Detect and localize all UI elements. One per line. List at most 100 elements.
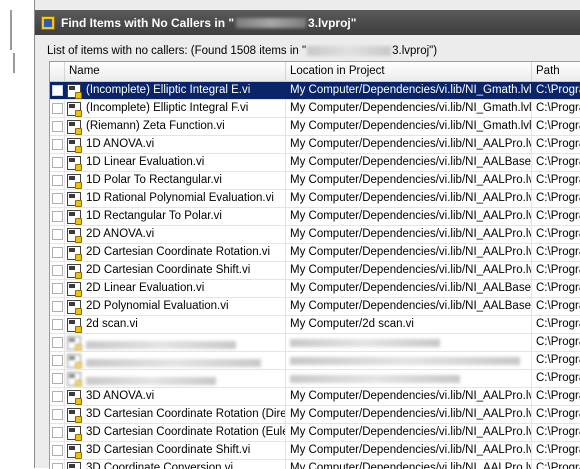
row-name-cell: 1D Rectangular To Polar.vi: [65, 208, 286, 225]
header-name[interactable]: Name: [65, 62, 286, 81]
row-checkbox-cell: [50, 370, 65, 387]
row-checkbox-cell: [50, 172, 65, 189]
row-path: C:\Program: [532, 136, 580, 153]
background-window-edge: [0, 0, 34, 468]
row-checkbox[interactable]: [52, 211, 63, 222]
row-checkbox[interactable]: [52, 355, 63, 366]
row-checkbox[interactable]: [52, 391, 63, 402]
title-bar[interactable]: Find Items with No Callers in " 3.lvproj…: [35, 10, 580, 35]
row-checkbox-cell: [50, 442, 65, 459]
table-row[interactable]: 2D Polynomial Evaluation.viMy Computer/D…: [50, 298, 580, 316]
vi-file-icon: [67, 102, 81, 116]
redacted-location: [290, 339, 440, 347]
row-checkbox[interactable]: [52, 409, 63, 420]
row-checkbox[interactable]: [52, 85, 63, 96]
row-path: C:\Program: [532, 388, 580, 405]
row-checkbox[interactable]: [52, 265, 63, 276]
background-window-line: [3, 53, 15, 73]
header-location[interactable]: Location in Project: [286, 62, 532, 81]
table-row[interactable]: (Incomplete) Elliptic Integral F.viMy Co…: [50, 100, 580, 118]
row-checkbox[interactable]: [52, 319, 63, 330]
table-row[interactable]: 3D Cartesian Coordinate Rotation (Direct…: [50, 406, 580, 424]
table-row[interactable]: 1D Polar To Rectangular.viMy Computer/De…: [50, 172, 580, 190]
vi-file-icon: [67, 84, 81, 98]
table-row[interactable]: 3D Cartesian Coordinate Rotation (Euler)…: [50, 424, 580, 442]
table-row[interactable]: 1D Linear Evaluation.viMy Computer/Depen…: [50, 154, 580, 172]
table-row[interactable]: C:\Program: [50, 370, 580, 388]
row-path: C:\Program: [532, 154, 580, 171]
row-checkbox[interactable]: [52, 283, 63, 294]
row-path: C:\Program: [532, 352, 580, 369]
table-row[interactable]: 3D Cartesian Coordinate Shift.viMy Compu…: [50, 442, 580, 460]
header-path[interactable]: Path: [532, 62, 580, 81]
row-name: 3D Cartesian Coordinate Shift.vi: [86, 442, 250, 459]
row-name-cell: 2D Polynomial Evaluation.vi: [65, 298, 286, 315]
row-checkbox[interactable]: [52, 337, 63, 348]
table-row[interactable]: 1D Rational Polynomial Evaluation.vi My C…: [50, 190, 580, 208]
table-row[interactable]: (Incomplete) Elliptic Integral E.viMy Co…: [50, 82, 580, 100]
row-name-cell: 1D Polar To Rectangular.vi: [65, 172, 286, 189]
row-checkbox-cell: [50, 424, 65, 441]
row-path: C:\Program: [532, 442, 580, 459]
row-path: C:\Program: [532, 172, 580, 189]
header-check-column[interactable]: [50, 62, 65, 81]
row-checkbox[interactable]: [52, 463, 63, 469]
row-name: 1D Rational Polynomial Evaluation.vi: [86, 190, 274, 207]
row-checkbox[interactable]: [52, 373, 63, 384]
row-checkbox[interactable]: [52, 121, 63, 132]
table-row[interactable]: 2D Cartesian Coordinate Shift.viMy Compu…: [50, 262, 580, 280]
redacted-name: [86, 377, 216, 385]
row-location: My Computer/Dependencies/vi.lib/NI_AALPr…: [286, 388, 532, 405]
row-checkbox[interactable]: [52, 139, 63, 150]
row-location: My Computer/Dependencies/vi.lib/NI_AALPr…: [286, 136, 532, 153]
results-summary: List of items with no callers: (Found 15…: [47, 45, 437, 57]
row-name-cell: (Incomplete) Elliptic Integral E.vi: [65, 82, 286, 99]
row-location: My Computer/Dependencies/vi.lib/NI_Gmath…: [286, 82, 532, 99]
row-name: 1D Rectangular To Polar.vi: [86, 208, 222, 225]
row-location: My Computer/Dependencies/vi.lib/NI_AALBa…: [286, 298, 532, 315]
row-checkbox[interactable]: [52, 175, 63, 186]
row-checkbox[interactable]: [52, 301, 63, 312]
row-checkbox[interactable]: [52, 229, 63, 240]
row-checkbox[interactable]: [52, 247, 63, 258]
row-checkbox[interactable]: [52, 157, 63, 168]
row-checkbox[interactable]: [52, 445, 63, 456]
row-checkbox[interactable]: [52, 103, 63, 114]
table-row[interactable]: 2D Cartesian Coordinate Rotation.viMy Co…: [50, 244, 580, 262]
row-location: My Computer/Dependencies/vi.lib/NI_Gmath…: [286, 100, 532, 117]
table-row[interactable]: 3D ANOVA.viMy Computer/Dependencies/vi.l…: [50, 388, 580, 406]
results-table[interactable]: Name Location in Project Path (Incomplet…: [49, 61, 580, 469]
row-location: My Computer/Dependencies/vi.lib/NI_AALPr…: [286, 424, 532, 441]
window-title-suffix: 3.lvproj": [308, 16, 356, 30]
table-row[interactable]: (Riemann) Zeta Function.viMy Computer/De…: [50, 118, 580, 136]
find-items-dialog: Find Items with No Callers in " 3.lvproj…: [34, 0, 580, 468]
row-location: My Computer/Dependencies/vi.lib/NI_AALPr…: [286, 406, 532, 423]
row-checkbox-cell: [50, 352, 65, 369]
row-location: My Computer/Dependencies/vi.lib/NI_AALPr…: [286, 172, 532, 189]
row-checkbox[interactable]: [52, 193, 63, 204]
row-path: C:\Program: [532, 244, 580, 261]
row-checkbox-cell: [50, 154, 65, 171]
summary-prefix: List of items with no callers: (Found 15…: [47, 45, 306, 57]
table-row[interactable]: 2D ANOVA.viMy Computer/Dependencies/vi.l…: [50, 226, 580, 244]
row-name-cell: 2D ANOVA.vi: [65, 226, 286, 243]
vi-file-icon: [67, 210, 81, 224]
table-row[interactable]: C:\Program: [50, 334, 580, 352]
table-row[interactable]: 1D Rectangular To Polar.viMy Computer/De…: [50, 208, 580, 226]
table-row[interactable]: 1D ANOVA.viMy Computer/Dependencies/vi.l…: [50, 136, 580, 154]
table-row[interactable]: 2D Linear Evaluation.viMy Computer/Depen…: [50, 280, 580, 298]
row-path: C:\Program: [532, 298, 580, 315]
labview-app-icon: [41, 16, 55, 30]
row-path: C:\Program: [532, 424, 580, 441]
vi-file-icon: [67, 174, 81, 188]
row-checkbox-cell: [50, 82, 65, 99]
row-location: My Computer/2d scan.vi: [286, 316, 532, 333]
row-location: My Computer/Dependencies/vi.lib/NI_AALPr…: [286, 262, 532, 279]
table-row[interactable]: 2d scan.viMy Computer/2d scan.viC:\Progr…: [50, 316, 580, 334]
row-checkbox[interactable]: [52, 427, 63, 438]
row-name-cell: 2D Linear Evaluation.vi: [65, 280, 286, 297]
background-window-line: [0, 30, 12, 50]
table-row[interactable]: C:\Program: [50, 352, 580, 370]
row-path: C:\Program: [532, 334, 580, 351]
row-location: My Computer/Dependencies/vi.lib/NI_AALPr…: [286, 190, 532, 207]
